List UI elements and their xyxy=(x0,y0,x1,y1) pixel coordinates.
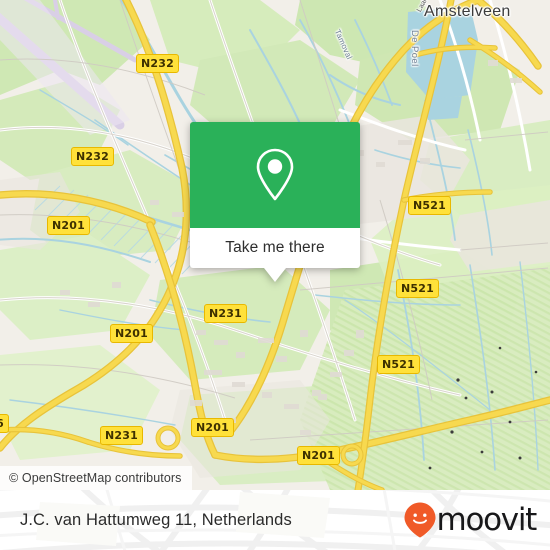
moovit-wordmark: moovit xyxy=(436,501,538,538)
moovit-pin-icon xyxy=(404,502,436,538)
take-me-there-label: Take me there xyxy=(225,239,325,256)
road-shield-n232-upper[interactable]: N232 xyxy=(136,54,179,73)
location-address: J.C. van Hattumweg 11, Netherlands xyxy=(20,510,292,529)
map-screenshot: Amstelveen De Poel Tamoval Laan N232 N23… xyxy=(0,0,550,550)
road-shield-n232-lower[interactable]: N232 xyxy=(71,147,114,166)
road-shield-n201-bottomleft[interactable]: N201 xyxy=(191,418,234,437)
road-shield-edge-partial[interactable]: 6 xyxy=(0,414,9,433)
road-shield-n231-mid[interactable]: N231 xyxy=(204,304,247,323)
place-label-de-poel: De Poel xyxy=(409,30,420,67)
location-pin-icon xyxy=(256,148,294,201)
footer-content: J.C. van Hattumweg 11, Netherlands moovi… xyxy=(0,490,550,550)
road-shield-n201-bottomright[interactable]: N201 xyxy=(297,446,340,465)
road-shield-n521-upper[interactable]: N521 xyxy=(408,196,451,215)
place-label-amstelveen: Amstelveen xyxy=(424,3,511,20)
callout-pointer-tail xyxy=(264,268,286,282)
map-attribution[interactable]: © OpenStreetMap contributors xyxy=(0,466,192,490)
road-shield-n521-mid[interactable]: N521 xyxy=(396,279,439,298)
destination-callout-card[interactable]: Take me there xyxy=(190,122,360,282)
footer-bar: J.C. van Hattumweg 11, Netherlands moovi… xyxy=(0,490,550,550)
road-shield-n201-upperleft[interactable]: N201 xyxy=(47,216,90,235)
road-shield-n521-lower[interactable]: N521 xyxy=(377,355,420,374)
map-canvas[interactable]: Amstelveen De Poel Tamoval Laan N232 N23… xyxy=(0,0,550,490)
moovit-logo[interactable]: moovit xyxy=(403,501,538,539)
road-shield-n201-midleft[interactable]: N201 xyxy=(110,324,153,343)
callout-action-row[interactable]: Take me there xyxy=(190,228,360,268)
callout-pin-panel xyxy=(190,122,360,228)
road-shield-n231-bottom[interactable]: N231 xyxy=(100,426,143,445)
